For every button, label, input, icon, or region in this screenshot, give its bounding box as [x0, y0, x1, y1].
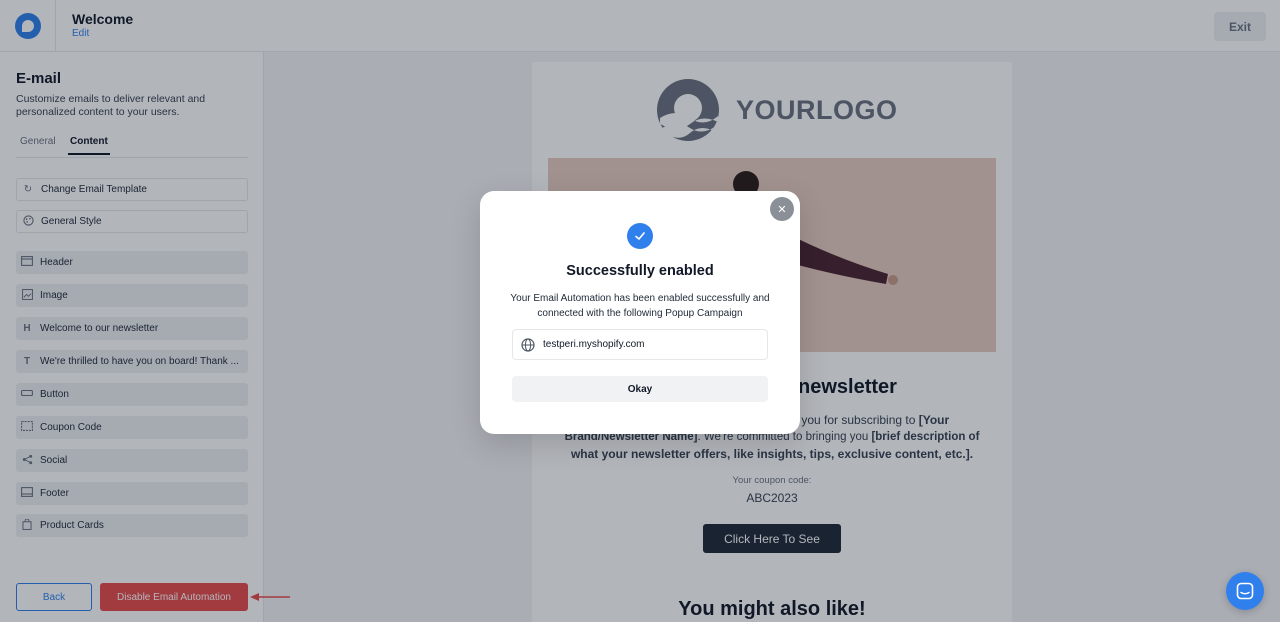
chat-support-button[interactable] [1226, 572, 1264, 610]
connected-site-row: testperi.myshopify.com [512, 329, 768, 360]
success-check-icon [627, 223, 653, 249]
modal-description: Your Email Automation has been enabled s… [510, 293, 770, 319]
connected-site-url: testperi.myshopify.com [543, 339, 645, 350]
okay-button[interactable]: Okay [512, 376, 768, 402]
modal-title: Successfully enabled [566, 263, 714, 279]
close-icon: ✕ [777, 203, 787, 216]
chat-icon [1236, 582, 1254, 600]
globe-icon [521, 337, 535, 352]
close-modal-button[interactable]: ✕ [770, 197, 794, 221]
success-modal: ✕ Successfully enabled Your Email Automa… [480, 191, 800, 434]
